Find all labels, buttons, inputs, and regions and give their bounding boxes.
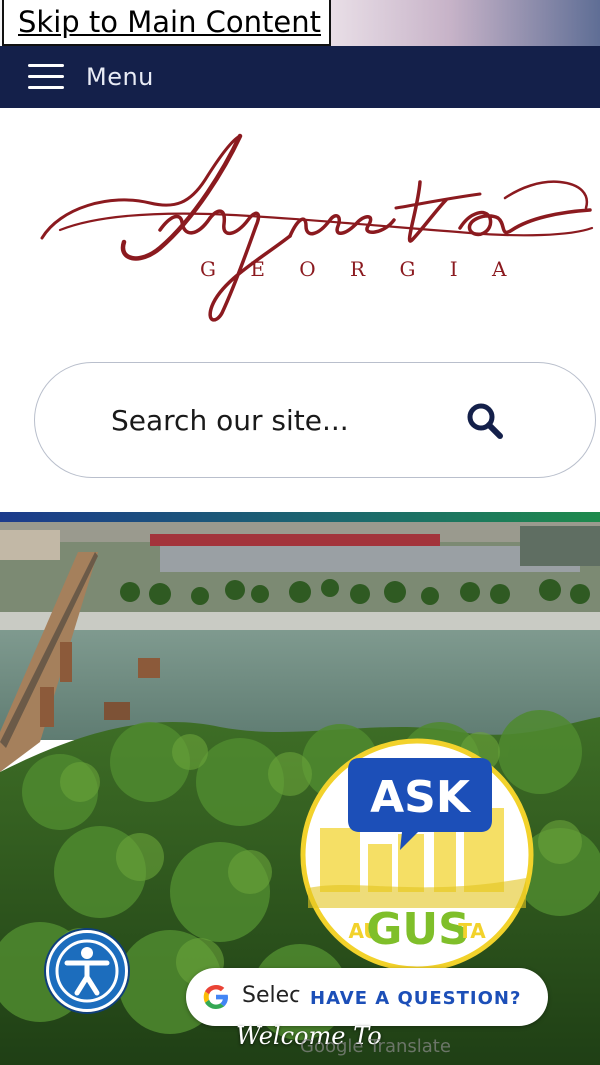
accessibility-button[interactable]: [46, 930, 128, 1012]
page: Skip to Main Content Menu G E O R G I A: [0, 0, 600, 1065]
augusta-georgia-logo[interactable]: G E O R G I A: [0, 108, 600, 340]
google-translate-ghost-text: Google Translate: [300, 1036, 451, 1057]
hero-top-accent-strip: [0, 512, 600, 522]
hamburger-icon[interactable]: [28, 64, 64, 90]
accessibility-person-icon: [55, 939, 119, 1003]
have-a-question-label: HAVE A QUESTION?: [310, 988, 522, 1009]
menu-button-label[interactable]: Menu: [86, 63, 154, 91]
ask-gus-chatbot-badge[interactable]: ASK AU GUS TA: [298, 738, 536, 972]
gus-label: GUS: [366, 904, 470, 955]
site-search-box: [34, 362, 596, 478]
search-icon[interactable]: [465, 401, 505, 441]
ta-label: TA: [458, 919, 486, 943]
translate-select-label: Selec: [242, 983, 302, 1008]
google-g-icon: [203, 985, 228, 1009]
ask-label: ASK: [370, 772, 472, 823]
have-a-question-button[interactable]: HAVE A QUESTION?: [298, 974, 544, 1024]
skip-to-main-content-link[interactable]: Skip to Main Content: [2, 0, 331, 46]
logo-subtitle: G E O R G I A: [200, 257, 521, 281]
main-nav-bar: Menu: [0, 46, 600, 108]
search-input[interactable]: [111, 397, 441, 443]
